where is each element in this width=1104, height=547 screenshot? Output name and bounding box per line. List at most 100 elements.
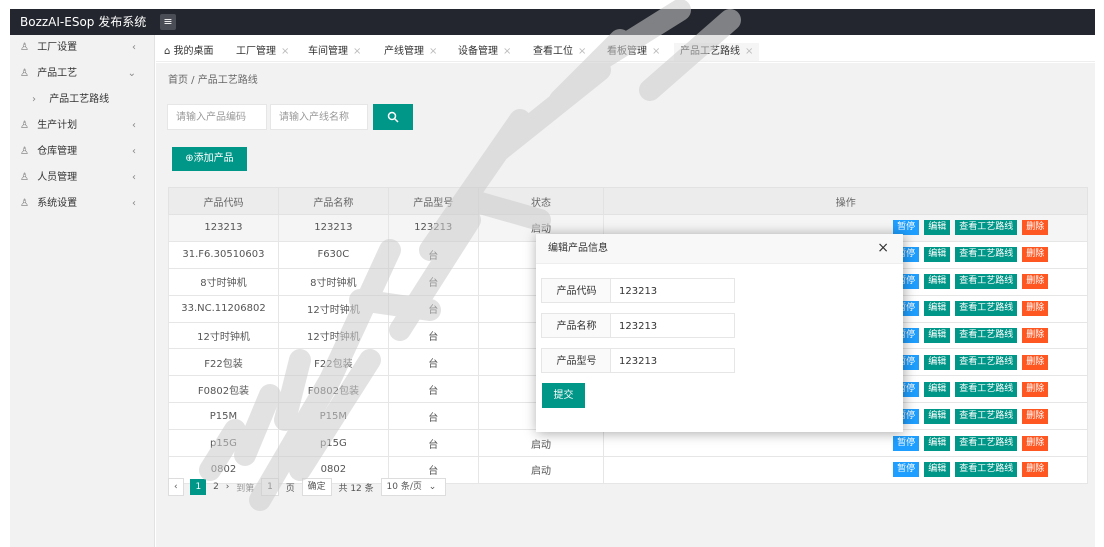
cell-name: 8寸时钟机 [277,267,389,296]
cell-code: 33.NC.11206802 [168,294,279,323]
view-route-button[interactable]: 查看工艺路线 [955,247,1018,263]
close-icon[interactable]: × [652,46,660,57]
per-page-value: 10 条/页 [386,482,422,492]
edit-button[interactable]: 编辑 [924,354,951,370]
product-code-input[interactable]: 请输入产品编码 [167,104,267,130]
page-1-button[interactable]: 1 [190,479,207,495]
line-name-input[interactable]: 请输入产线名称 [270,104,368,130]
delete-button[interactable]: 删除 [1022,220,1049,236]
tab-workstation[interactable]: 查看工位 × [533,43,586,61]
sidebar-item-product-route[interactable]: › 产品工艺路线 [10,87,154,113]
view-route-button[interactable]: 查看工艺路线 [955,274,1018,290]
edit-button[interactable]: 编辑 [924,274,951,290]
top-header: BozzAI-ESop 发布系统 ≡ [10,9,1095,35]
add-product-button[interactable]: ⊕添加产品 [172,147,247,171]
person-icon: ♙ [20,68,29,79]
tab-line[interactable]: 产线管理 × [384,43,437,61]
product-name-label: 产品名称 [541,313,611,338]
tab-product-route[interactable]: 产品工艺路线 × [674,43,760,61]
prev-page-button[interactable]: ‹ [168,478,184,496]
cell-status: 启动 [477,456,605,484]
submit-button[interactable]: 提交 [542,383,585,408]
sidebar-item-warehouse[interactable]: ♙ 仓库管理 ‹ [10,139,154,165]
sidebar-item-product-process[interactable]: ♙ 产品工艺 ⌄ [10,61,154,87]
view-route-button[interactable]: 查看工艺路线 [955,462,1018,478]
person-icon: ♙ [20,42,29,53]
close-icon[interactable]: × [503,46,511,57]
col-header: 产品代码 [168,187,279,215]
pagination: ‹ 1 2 › 到第 1 页 确定 共 12 条 10 条/页 ⌄ [168,478,450,498]
person-icon: ♙ [20,146,29,157]
delete-button[interactable]: 删除 [1022,408,1049,424]
delete-button[interactable]: 删除 [1022,328,1049,343]
pause-button[interactable]: 暂停 [893,435,920,451]
sidebar: ♙ 工厂设置 ‹ ♙ 产品工艺 ⌄ › 产品工艺路线 ♙ 生产计划 ‹ ♙ 仓库… [10,35,155,547]
delete-button[interactable]: 删除 [1022,381,1049,397]
tab-equipment[interactable]: 设备管理 × [458,43,511,61]
menu-toggle-icon[interactable]: ≡ [160,14,176,30]
tab-workshop[interactable]: 车间管理 × [308,43,361,61]
person-icon: ♙ [20,198,29,209]
sidebar-item-label: 工厂设置 [37,42,78,53]
product-model-field[interactable]: 123213 [610,348,735,373]
close-icon[interactable]: × [429,46,437,57]
close-icon[interactable]: × [745,46,753,57]
close-icon[interactable]: × [281,46,289,57]
tab-board[interactable]: 看板管理 × [607,43,660,61]
delete-button[interactable]: 删除 [1022,435,1049,451]
edit-button[interactable]: 编辑 [924,408,951,424]
edit-button[interactable]: 编辑 [924,247,951,263]
close-icon[interactable]: × [877,241,889,255]
cell-code: F22包装 [168,348,279,377]
search-button[interactable] [373,104,413,130]
total-count: 共 12 条 [338,483,374,494]
sidebar-item-personnel[interactable]: ♙ 人员管理 ‹ [10,165,154,191]
chevron-left-icon: ‹ [132,42,136,53]
chevron-left-icon: ‹ [132,120,136,131]
cell-name: F0802包装 [277,375,389,404]
cell-code: 123213 [168,214,279,242]
tab-label: 车间管理 [308,46,348,57]
edit-button[interactable]: 编辑 [924,435,951,451]
delete-button[interactable]: 删除 [1022,274,1049,290]
cell-code: p15G [168,429,279,458]
goto-page-input[interactable]: 1 [261,478,279,496]
next-page-button[interactable]: › [226,482,230,492]
view-route-button[interactable]: 查看工艺路线 [955,408,1018,424]
page-2-button[interactable]: 2 [213,482,219,492]
sidebar-item-factory-settings[interactable]: ♙ 工厂设置 ‹ [10,35,154,61]
edit-button[interactable]: 编辑 [924,462,951,478]
view-route-button[interactable]: 查看工艺路线 [955,301,1018,317]
tab-factory[interactable]: 工厂管理 × [236,43,289,61]
product-code-field[interactable]: 123213 [610,278,735,303]
tab-label: 产品工艺路线 [680,46,740,57]
per-page-select[interactable]: 10 条/页 ⌄ [380,478,447,496]
delete-button[interactable]: 删除 [1022,462,1049,478]
sidebar-item-production-plan[interactable]: ♙ 生产计划 ‹ [10,113,154,139]
dialog-title: 编辑产品信息 [536,234,903,264]
delete-button[interactable]: 删除 [1022,247,1049,263]
product-name-field[interactable]: 123213 [610,313,735,338]
edit-button[interactable]: 编辑 [924,220,951,236]
delete-button[interactable]: 删除 [1022,354,1049,370]
edit-button[interactable]: 编辑 [924,301,951,317]
view-route-button[interactable]: 查看工艺路线 [955,220,1018,236]
view-route-button[interactable]: 查看工艺路线 [955,328,1018,343]
person-icon: ♙ [20,120,29,131]
close-icon[interactable]: × [353,46,361,57]
view-route-button[interactable]: 查看工艺路线 [955,354,1018,370]
sidebar-item-system-settings[interactable]: ♙ 系统设置 ‹ [10,191,154,217]
tab-label: 查看工位 [533,46,573,57]
edit-button[interactable]: 编辑 [924,381,951,397]
view-route-button[interactable]: 查看工艺路线 [955,435,1018,451]
view-route-button[interactable]: 查看工艺路线 [955,381,1018,397]
table-row[interactable]: p15G p15G 台启动 暂停 编辑 查看工艺路线 删除 [168,429,1088,458]
chevron-down-icon: ⌄ [127,68,136,79]
confirm-page-button[interactable]: 确定 [301,478,332,496]
delete-button[interactable]: 删除 [1022,301,1049,317]
cell-code: 12寸时钟机 [168,321,279,350]
pause-button[interactable]: 暂停 [893,462,920,478]
tab-home[interactable]: ⌂ 我的桌面 [164,43,214,61]
close-icon[interactable]: × [578,46,586,57]
edit-button[interactable]: 编辑 [924,328,951,343]
